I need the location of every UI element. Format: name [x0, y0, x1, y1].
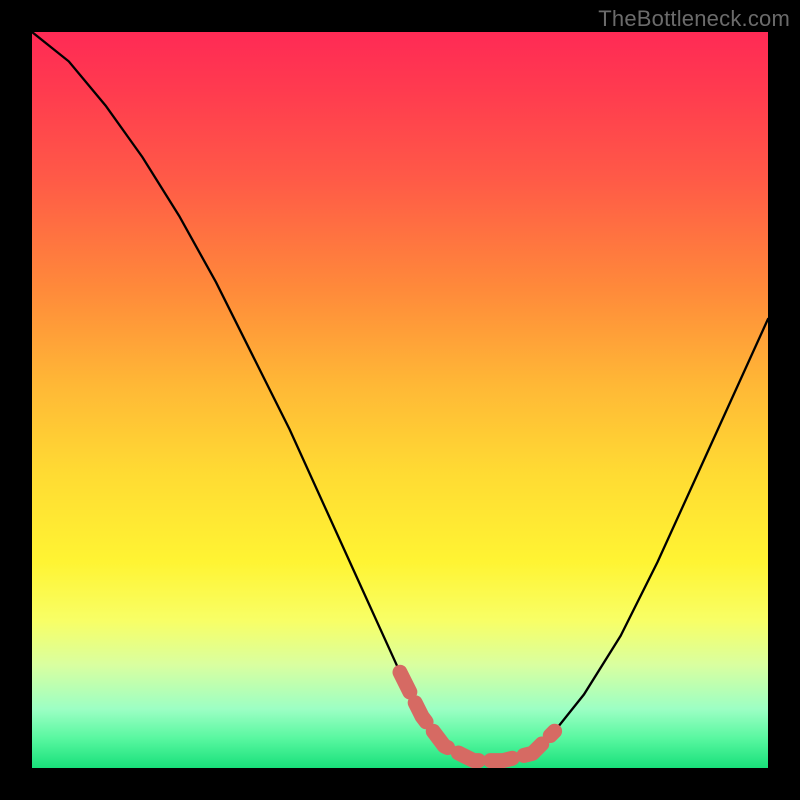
chart-stage: TheBottleneck.com: [0, 0, 800, 800]
chart-svg: [32, 32, 768, 768]
chart-plot-area: [32, 32, 768, 768]
bottleneck-curve-path: [32, 32, 768, 761]
watermark-text: TheBottleneck.com: [598, 6, 790, 32]
highlight-band-path: [400, 672, 555, 760]
